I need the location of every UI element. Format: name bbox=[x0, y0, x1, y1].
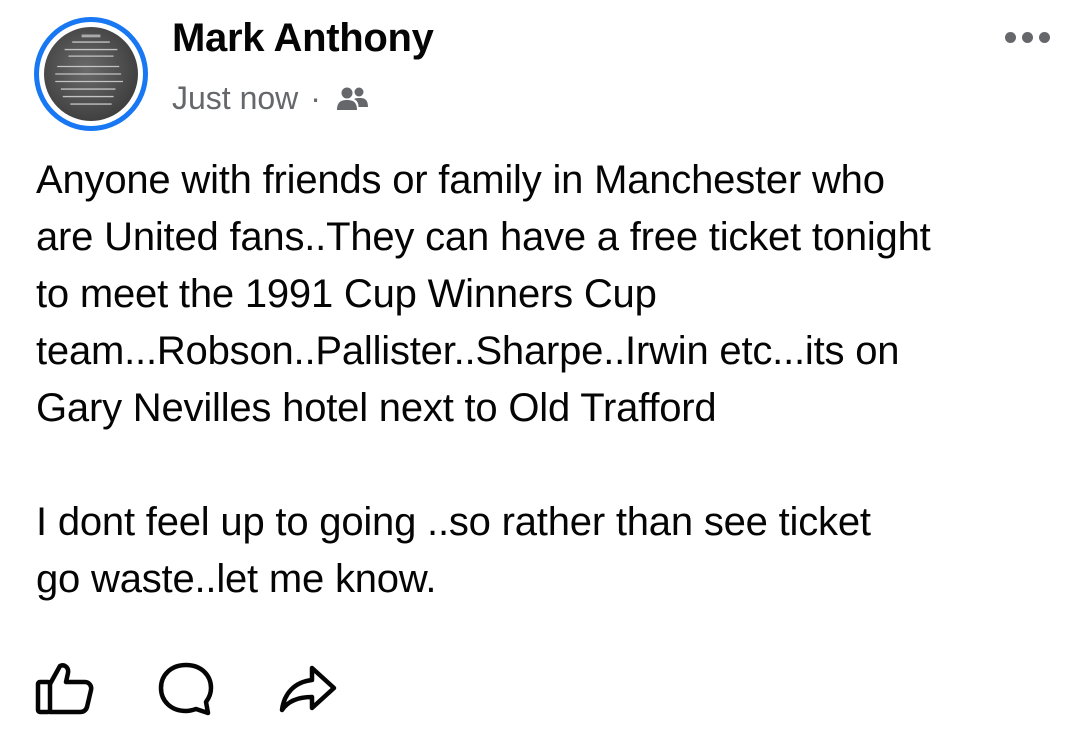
post-line: Anyone with friends or family in Manches… bbox=[36, 158, 885, 202]
meta-separator: · bbox=[310, 80, 321, 116]
post-meta: Just now · bbox=[172, 80, 369, 117]
comment-icon[interactable] bbox=[156, 660, 216, 716]
post-actions bbox=[34, 660, 400, 716]
author-name[interactable]: Mark Anthony bbox=[172, 16, 434, 61]
post-line: team...Robson..Pallister..Sharpe..Irwin … bbox=[36, 329, 900, 373]
profile-photo-sign-icon bbox=[44, 27, 138, 121]
post-line: I dont feel up to going ..so rather than… bbox=[36, 500, 871, 544]
thumbs-up-icon[interactable] bbox=[34, 660, 94, 716]
post-time[interactable]: Just now bbox=[172, 80, 298, 117]
post-line: are United fans..They can have a free ti… bbox=[36, 215, 931, 259]
post-text: Anyone with friends or family in Manches… bbox=[36, 152, 1056, 608]
friends-icon[interactable] bbox=[335, 84, 369, 114]
post-line: go waste..let me know. bbox=[36, 557, 437, 601]
post-line: to meet the 1991 Cup Winners Cup bbox=[36, 272, 657, 316]
share-icon[interactable] bbox=[278, 660, 338, 716]
avatar[interactable] bbox=[34, 17, 148, 131]
post-line: Gary Nevilles hotel next to Old Trafford bbox=[36, 386, 717, 430]
more-dots-icon[interactable] bbox=[1005, 32, 1050, 43]
